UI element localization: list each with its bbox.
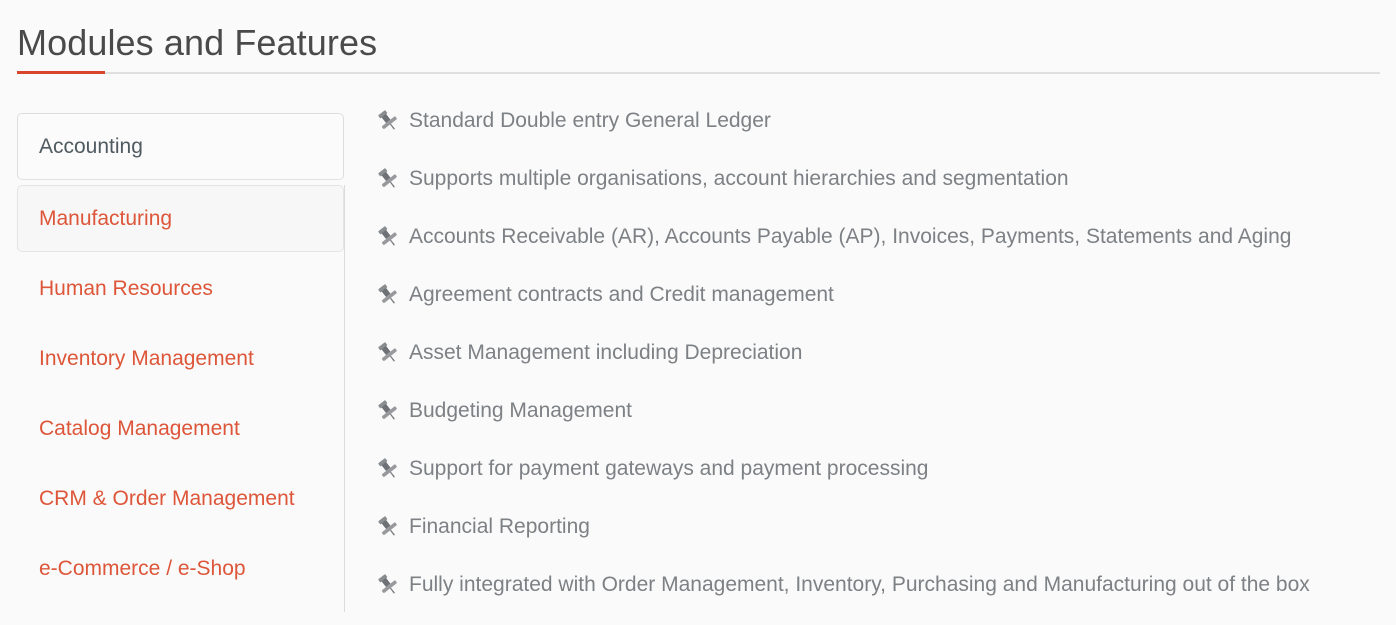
feature-list-item: Supports multiple organisations, account… <box>375 161 1385 196</box>
title-divider <box>17 72 1380 74</box>
feature-panel: Standard Double entry General Ledger Supp… <box>345 80 1396 612</box>
feature-list-item: Fully integrated with Order Management, … <box>375 567 1385 602</box>
pushpin-icon <box>375 166 401 192</box>
pushpin-icon <box>375 108 401 134</box>
feature-list-item: Agreement contracts and Credit managemen… <box>375 277 1385 312</box>
feature-text: Accounts Receivable (AR), Accounts Payab… <box>409 225 1292 248</box>
sidebar-item-e-commerce-e-shop[interactable]: e-Commerce / e-Shop <box>17 535 344 602</box>
pushpin-icon <box>375 224 401 250</box>
feature-text: Supports multiple organisations, account… <box>409 167 1069 190</box>
page-content: Accounting Manufacturing Human Resources In… <box>0 80 1396 612</box>
sidebar-item-label: Human Resources <box>39 276 213 300</box>
feature-list: Standard Double entry General Ledger Supp… <box>375 103 1385 625</box>
feature-list-item: Accounts Receivable (AR), Accounts Payab… <box>375 219 1385 254</box>
sidebar-item-inventory-management[interactable]: Inventory Management <box>17 325 344 392</box>
sidebar-item-manufacturing[interactable]: Manufacturing <box>17 185 344 252</box>
sidebar-item-accounting[interactable]: Accounting <box>17 113 344 180</box>
feature-list-item: Support for payment gateways and payment… <box>375 451 1385 486</box>
sidebar-item-human-resources[interactable]: Human Resources <box>17 255 344 322</box>
page-header: Modules and Features <box>0 0 1396 80</box>
feature-list-item: Standard Double entry General Ledger <box>375 103 1385 138</box>
feature-list-item: Asset Management including Depreciation <box>375 335 1385 370</box>
feature-text: Budgeting Management <box>409 399 632 422</box>
feature-text: Financial Reporting <box>409 515 590 538</box>
sidebar-item-label: Manufacturing <box>39 206 173 230</box>
feature-text: Asset Management including Depreciation <box>409 341 803 364</box>
feature-text: Standard Double entry General Ledger <box>409 109 771 132</box>
sidebar-item-catalog-management[interactable]: Catalog Management <box>17 395 344 462</box>
feature-text: Fully integrated with Order Management, … <box>409 573 1310 596</box>
pushpin-icon <box>375 340 401 366</box>
sidebar-item-label: e-Commerce / e-Shop <box>39 556 246 580</box>
sidebar-item-label: Accounting <box>39 134 143 158</box>
feature-text: Support for payment gateways and payment… <box>409 457 929 480</box>
modules-and-features-page: Modules and Features Accounting Manufactu… <box>0 0 1396 612</box>
pushpin-icon <box>375 572 401 598</box>
pushpin-icon <box>375 398 401 424</box>
pushpin-icon <box>375 456 401 482</box>
pushpin-icon <box>375 282 401 308</box>
feature-list-item: Financial Reporting <box>375 509 1385 544</box>
page-title: Modules and Features <box>17 22 378 63</box>
feature-list-item: Budgeting Management <box>375 393 1385 428</box>
title-accent-underline <box>17 71 105 74</box>
feature-text: Agreement contracts and Credit managemen… <box>409 283 834 306</box>
sidebar-item-crm-order-management[interactable]: CRM & Order Management <box>17 465 344 532</box>
pushpin-icon <box>375 514 401 540</box>
sidebar-item-label: Catalog Management <box>39 416 240 440</box>
module-tab-list: Accounting Manufacturing Human Resources In… <box>0 80 345 612</box>
sidebar-item-label: Inventory Management <box>39 346 254 370</box>
sidebar-item-label: CRM & Order Management <box>39 486 295 510</box>
